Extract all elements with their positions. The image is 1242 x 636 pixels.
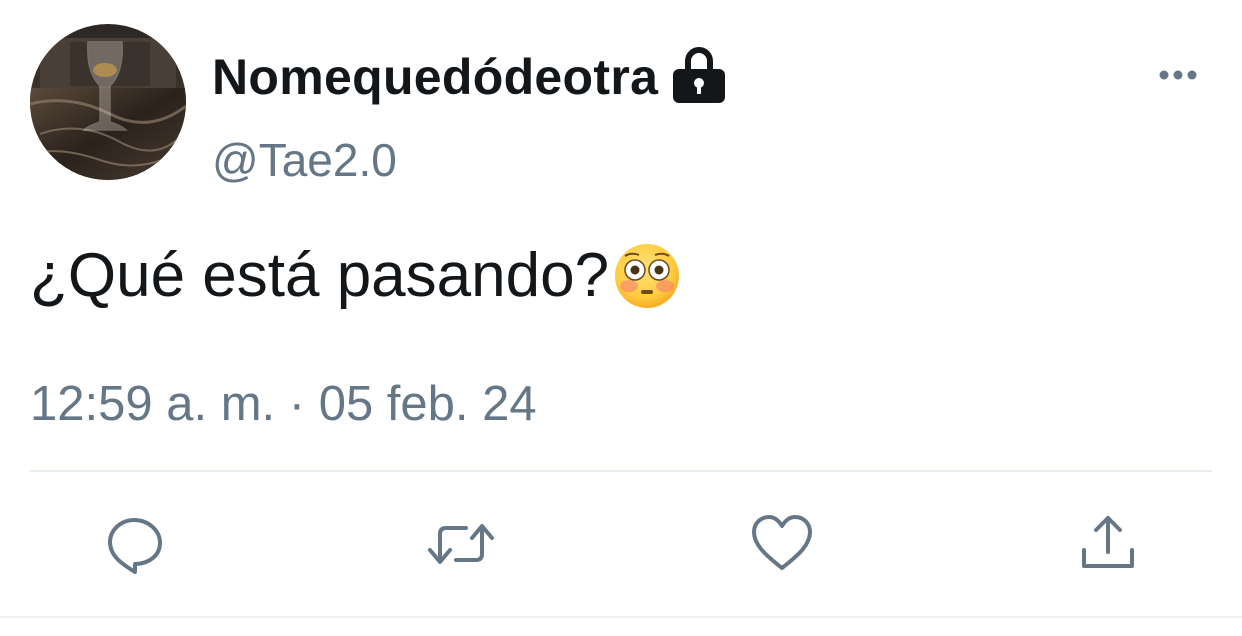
display-name[interactable]: Nomequedódeotra — [212, 48, 658, 106]
like-button[interactable] — [750, 512, 814, 576]
flushed-face-emoji — [615, 243, 680, 308]
more-options-icon[interactable] — [1152, 56, 1204, 92]
share-button[interactable] — [1076, 512, 1140, 576]
share-icon — [1082, 516, 1134, 568]
reply-icon — [108, 518, 162, 574]
username-handle[interactable]: @Tae2.0 — [212, 133, 397, 187]
author-name-row: Nomequedódeotra — [212, 44, 728, 110]
reply-button[interactable] — [104, 512, 168, 576]
tweet-body: ¿Qué está pasando? — [30, 241, 610, 310]
tweet-timestamp[interactable]: 12:59 a. m. · 05 feb. 24 — [30, 376, 537, 432]
divider — [30, 470, 1212, 472]
avatar[interactable] — [30, 24, 186, 180]
bottom-divider — [0, 616, 1242, 618]
lock-icon — [673, 47, 726, 103]
avatar-image — [30, 24, 186, 180]
retweet-button[interactable] — [426, 512, 494, 576]
retweet-icon — [428, 524, 494, 564]
tweet-card: Nomequedódeotra @Tae2.0 ¿Qué está pasand… — [0, 0, 1242, 636]
tweet-text: ¿Qué está pasando? — [30, 240, 681, 311]
heart-icon — [752, 515, 812, 570]
